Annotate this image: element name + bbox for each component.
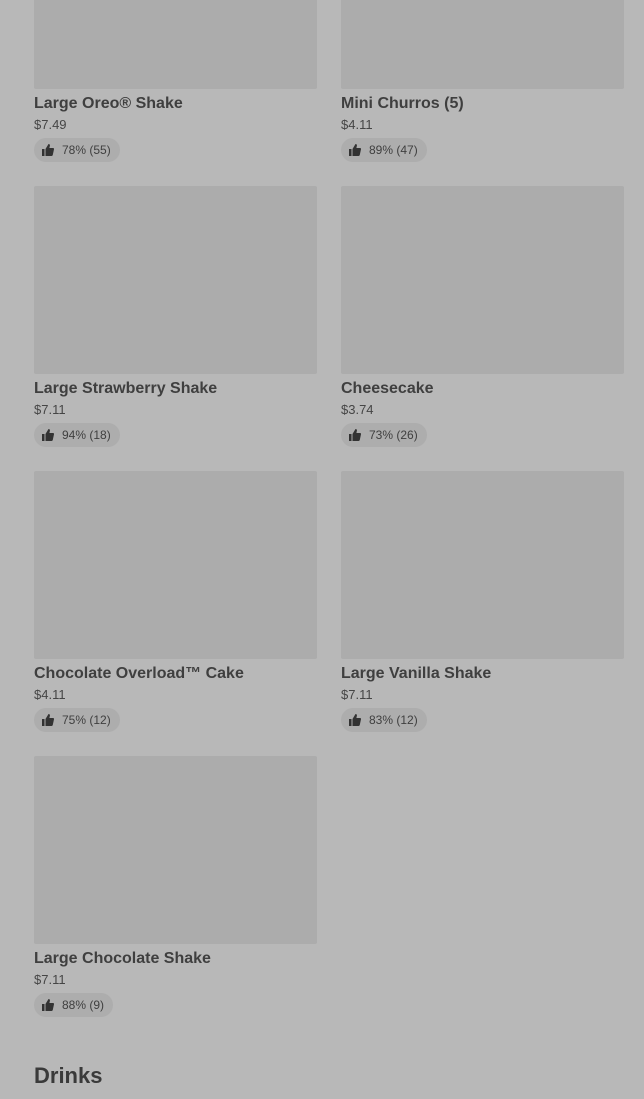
menu-item-price: $7.11 <box>34 402 66 417</box>
thumbs-up-icon <box>42 714 54 726</box>
rating-value: 83% (12) <box>369 713 418 727</box>
menu-item-name: Mini Churros (5) <box>341 95 464 112</box>
rating-badge: 75% (12) <box>34 708 120 732</box>
menu-item-card[interactable]: Large Strawberry Shake $7.11 94% (18) <box>34 186 317 447</box>
thumbs-up-icon <box>42 144 54 156</box>
thumbs-up-icon <box>42 999 54 1011</box>
rating-badge: 73% (26) <box>341 423 427 447</box>
menu-item-image[interactable] <box>34 186 317 374</box>
menu-item-price: $7.11 <box>34 972 66 987</box>
menu-item-card[interactable]: Cheesecake $3.74 73% (26) <box>341 186 624 447</box>
menu-item-price: $4.11 <box>34 687 66 702</box>
rating-value: 89% (47) <box>369 143 418 157</box>
thumbs-up-icon <box>349 714 361 726</box>
menu-item-price: $3.74 <box>341 402 374 417</box>
menu-item-name: Large Strawberry Shake <box>34 380 218 397</box>
rating-value: 73% (26) <box>369 428 418 442</box>
rating-badge: 83% (12) <box>341 708 427 732</box>
menu-item-name: Large Vanilla Shake <box>341 665 492 682</box>
menu-item-image[interactable] <box>341 186 624 374</box>
menu-items-grid: Large Oreo® Shake $7.49 78% (55) Mini Ch… <box>34 0 624 1017</box>
menu-item-card[interactable]: Chocolate Overload™ Cake $4.11 75% (12) <box>34 471 317 732</box>
menu-item-card[interactable]: Large Oreo® Shake $7.49 78% (55) <box>34 0 317 162</box>
thumbs-up-icon <box>349 144 361 156</box>
rating-value: 75% (12) <box>62 713 111 727</box>
thumbs-up-icon <box>349 429 361 441</box>
rating-badge: 89% (47) <box>341 138 427 162</box>
menu-item-price: $7.11 <box>341 687 373 702</box>
menu-item-image[interactable] <box>341 471 624 659</box>
menu-item-card[interactable]: Large Chocolate Shake $7.11 88% (9) <box>34 756 317 1017</box>
menu-item-card[interactable]: Mini Churros (5) $4.11 89% (47) <box>341 0 624 162</box>
rating-badge: 94% (18) <box>34 423 120 447</box>
menu-item-image[interactable] <box>34 0 317 89</box>
menu-item-name: Large Oreo® Shake <box>34 95 183 112</box>
rating-value: 88% (9) <box>62 998 105 1012</box>
menu-item-name: Large Chocolate Shake <box>34 950 211 967</box>
thumbs-up-icon <box>42 429 54 441</box>
menu-item-price: $7.49 <box>34 117 67 132</box>
menu-item-image[interactable] <box>34 756 317 944</box>
rating-badge: 78% (55) <box>34 138 120 162</box>
section-title-drinks: Drinks <box>34 1063 103 1088</box>
rating-value: 78% (55) <box>62 143 111 157</box>
menu-item-image[interactable] <box>34 471 317 659</box>
menu-item-price: $4.11 <box>341 117 373 132</box>
rating-value: 94% (18) <box>62 428 111 442</box>
menu-item-card[interactable]: Large Vanilla Shake $7.11 83% (12) <box>341 471 624 732</box>
rating-badge: 88% (9) <box>34 993 114 1017</box>
menu-item-name: Cheesecake <box>341 380 434 397</box>
menu-item-image[interactable] <box>341 0 624 89</box>
menu-item-name: Chocolate Overload™ Cake <box>34 665 244 682</box>
